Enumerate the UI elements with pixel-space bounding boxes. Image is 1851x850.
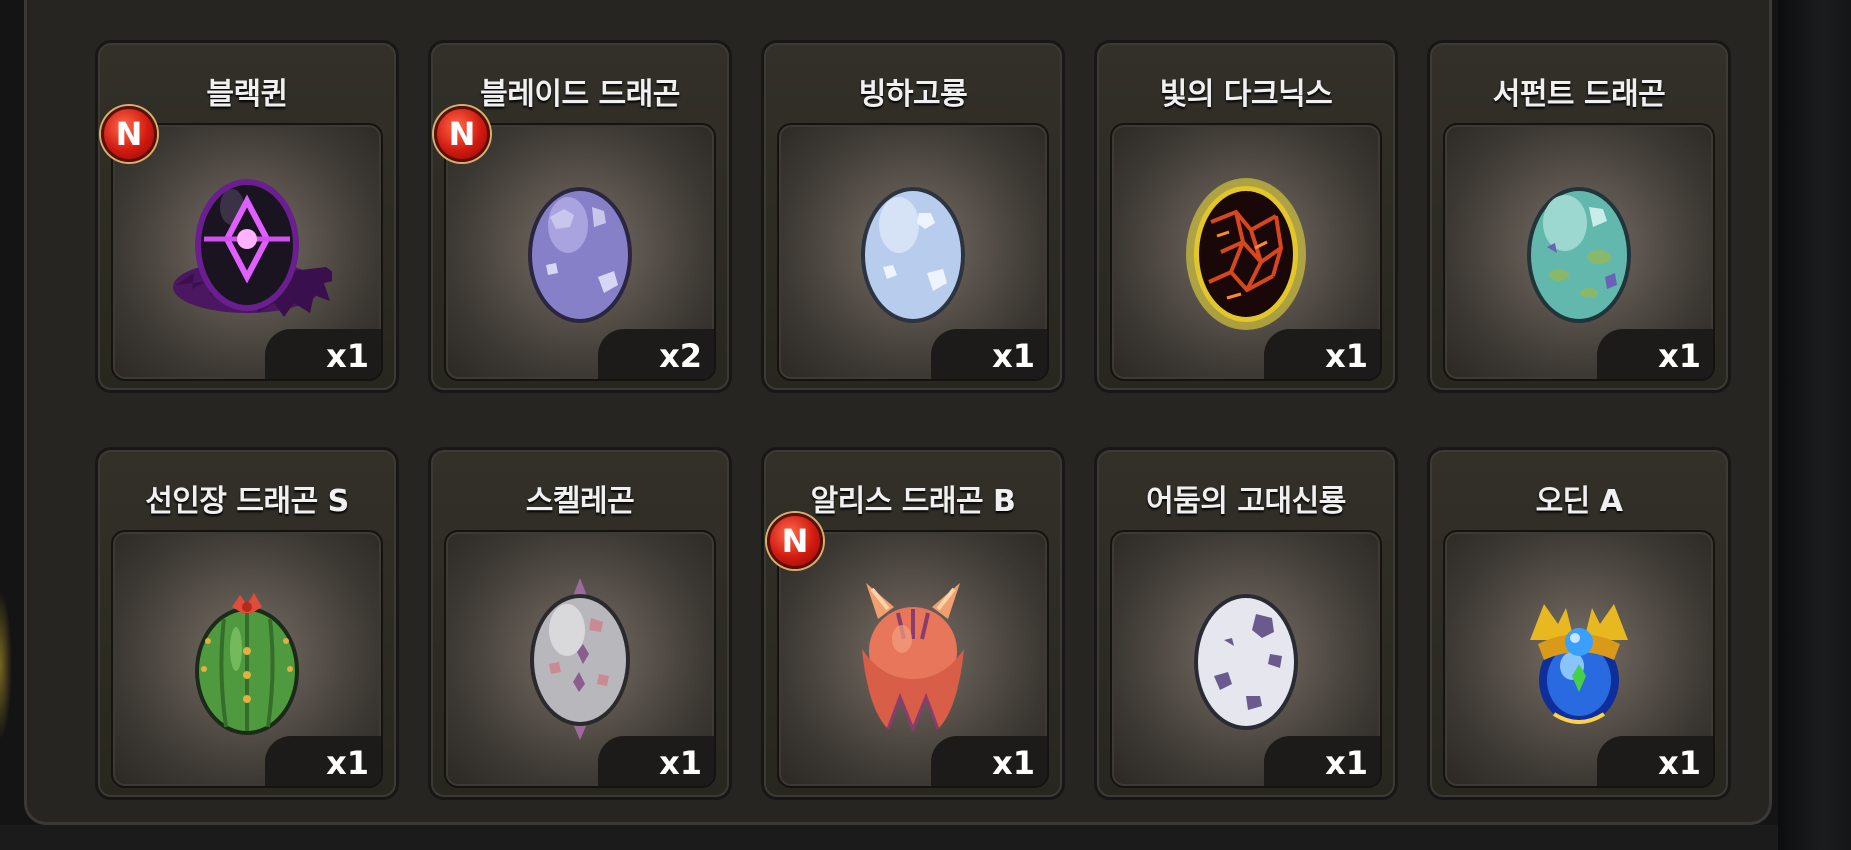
blade-dragon-egg-icon (528, 187, 632, 323)
quantity-label: x1 (598, 736, 714, 786)
egg-card-glacier-dragon[interactable]: 빙하고룡 x1 (761, 40, 1065, 393)
background-edge (1778, 0, 1851, 850)
egg-name: 알리스 드래곤 B (810, 484, 1016, 519)
egg-name: 블레이드 드래곤 (480, 77, 680, 112)
egg-card-ancient-dark-dragon[interactable]: 어둠의 고대신룡 x1 (1094, 447, 1398, 800)
black-queen-egg-icon (173, 179, 332, 317)
quantity-label: x1 (1597, 736, 1713, 786)
egg-slot: x1 (1443, 530, 1715, 788)
egg-slot: x1 (777, 530, 1049, 788)
serpent-dragon-egg-icon (1527, 187, 1631, 323)
egg-name: 스켈레곤 (525, 484, 635, 519)
cactus-dragon-egg-icon (195, 593, 299, 735)
egg-card-cactus-dragon[interactable]: 선인장 드래곤 S x1 (95, 447, 399, 800)
egg-slot: x1 (1110, 530, 1382, 788)
new-badge: N (767, 513, 823, 569)
egg-card-darknyx[interactable]: 빛의 다크닉스 x1 (1094, 40, 1398, 393)
egg-name: 어둠의 고대신룡 (1146, 484, 1346, 519)
egg-name: 오딘 A (1535, 484, 1623, 519)
egg-slot: x1 (1443, 123, 1715, 381)
quantity-label: x1 (1597, 329, 1713, 379)
inventory-panel: 블랙퀸 N x1 블레이드 드래곤 N x2 빙하고룡 x1 빛의 다크닉스 x… (24, 0, 1772, 825)
egg-slot: x1 (111, 123, 383, 381)
egg-grid: 블랙퀸 N x1 블레이드 드래곤 N x2 빙하고룡 x1 빛의 다크닉스 x… (95, 40, 1731, 800)
new-badge: N (434, 106, 490, 162)
quantity-label: x1 (265, 736, 381, 786)
background-bottom (0, 825, 1778, 850)
egg-card-blade-dragon[interactable]: 블레이드 드래곤 N x2 (428, 40, 732, 393)
egg-card-skelegon[interactable]: 스켈레곤 x1 (428, 447, 732, 800)
egg-slot: x1 (111, 530, 383, 788)
quantity-label: x2 (598, 329, 714, 379)
egg-card-alice-dragon[interactable]: 알리스 드래곤 B N x1 (761, 447, 1065, 800)
egg-name: 선인장 드래곤 S (145, 484, 349, 519)
egg-card-serpent-dragon[interactable]: 서펀트 드래곤 x1 (1427, 40, 1731, 393)
glacier-dragon-egg-icon (861, 187, 965, 323)
quantity-label: x1 (931, 329, 1047, 379)
egg-slot: x2 (444, 123, 716, 381)
egg-name: 빛의 다크닉스 (1159, 77, 1333, 112)
egg-name: 블랙퀸 (206, 77, 288, 112)
egg-name: 서펀트 드래곤 (1492, 77, 1666, 112)
new-badge: N (101, 106, 157, 162)
quantity-label: x1 (1264, 329, 1380, 379)
egg-slot: x1 (444, 530, 716, 788)
background-glow (0, 590, 12, 740)
darknyx-egg-icon (1186, 178, 1306, 330)
quantity-label: x1 (265, 329, 381, 379)
odin-egg-icon (1530, 604, 1628, 724)
egg-card-black-queen[interactable]: 블랙퀸 N x1 (95, 40, 399, 393)
ancient-dark-dragon-egg-icon (1194, 594, 1298, 730)
alice-dragon-egg-icon (862, 583, 964, 733)
egg-slot: x1 (1110, 123, 1382, 381)
skelegon-egg-icon (530, 578, 630, 740)
quantity-label: x1 (1264, 736, 1380, 786)
egg-name: 빙하고룡 (858, 77, 968, 112)
quantity-label: x1 (931, 736, 1047, 786)
egg-slot: x1 (777, 123, 1049, 381)
egg-card-odin[interactable]: 오딘 A x1 (1427, 447, 1731, 800)
